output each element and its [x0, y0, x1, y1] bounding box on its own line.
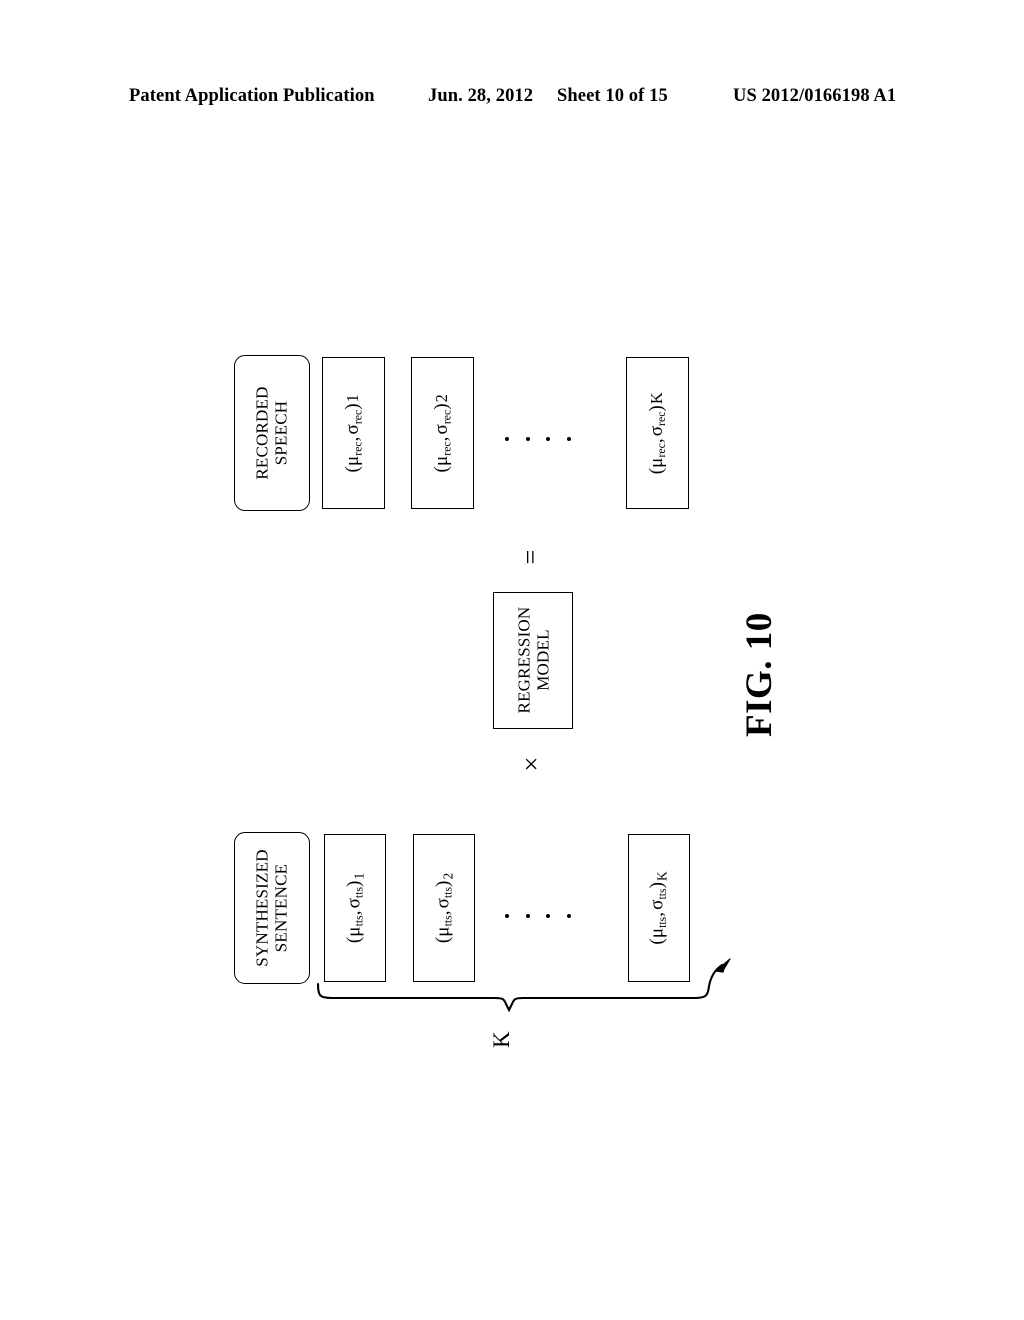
sigma-symbol: σ	[647, 900, 668, 910]
mu-subscript: tts	[352, 915, 365, 926]
paren-close-icon: )	[431, 403, 452, 409]
figure-10-diagram: RECORDED SPEECH (μrec,σrec)1 (μrec,σrec)…	[0, 0, 1024, 1320]
paren-open-icon: (	[432, 937, 453, 943]
recorded-param-text-1: (μrec,σrec)1	[342, 394, 364, 472]
paren-open-icon: (	[647, 938, 668, 944]
sigma-subscript: rec	[656, 411, 669, 425]
synthesized-param-text-k: (μtts,σtts)K	[647, 871, 671, 944]
ellipsis-dot	[567, 914, 571, 918]
regression-model-line1: REGRESSION	[514, 607, 533, 714]
equals-operator: =	[518, 542, 548, 572]
k-count-label: K	[489, 1018, 519, 1048]
recorded-speech-label-line1: RECORDED	[253, 386, 272, 479]
mu-subscript: tts	[441, 915, 454, 926]
paren-close-icon: )	[646, 405, 667, 411]
sigma-subscript: tts	[441, 887, 454, 898]
recorded-speech-label-box: RECORDED SPEECH	[234, 355, 310, 511]
k-span-brace	[290, 950, 750, 1030]
mu-subscript: rec	[441, 441, 454, 455]
comma-separator: ,	[647, 912, 668, 917]
paren-open-icon: (	[431, 466, 452, 472]
component-index: K	[647, 392, 666, 404]
ellipsis-dot	[546, 437, 550, 441]
mu-subscript: rec	[656, 443, 669, 457]
mu-symbol: μ	[646, 457, 667, 467]
regression-model-label-text: REGRESSION MODEL	[514, 607, 552, 714]
recorded-speech-label-text: RECORDED SPEECH	[253, 386, 291, 479]
sigma-subscript: tts	[656, 888, 669, 899]
mu-symbol: μ	[647, 928, 668, 938]
sigma-symbol: σ	[432, 898, 453, 908]
component-index: 1	[351, 873, 366, 880]
comma-separator: ,	[646, 438, 667, 443]
recorded-row-ellipsis	[505, 436, 571, 442]
recorded-speech-label-line2: SPEECH	[272, 386, 291, 479]
component-index: 2	[432, 394, 451, 402]
sigma-subscript: rec	[441, 410, 454, 424]
mu-subscript: rec	[352, 441, 365, 455]
recorded-param-box-k: (μrec,σrec)K	[626, 357, 689, 509]
paren-close-icon: )	[432, 881, 453, 887]
ellipsis-dot	[546, 914, 550, 918]
synthesized-sentence-label-text: SYNTHESIZED SENTENCE	[253, 849, 291, 966]
paren-open-icon: (	[646, 468, 667, 474]
synthesized-param-text-1: (μtts,σtts)1	[343, 873, 367, 943]
sigma-subscript: tts	[352, 887, 365, 898]
regression-model-box: REGRESSION MODEL	[493, 592, 573, 729]
synthesized-sentence-line2: SENTENCE	[272, 849, 291, 966]
comma-separator: ,	[343, 910, 364, 915]
mu-subscript: tts	[656, 917, 669, 928]
component-index: 2	[440, 873, 455, 880]
sigma-symbol: σ	[431, 424, 452, 434]
ellipsis-dot	[567, 437, 571, 441]
comma-separator: ,	[432, 910, 453, 915]
paren-close-icon: )	[343, 881, 364, 887]
synthesized-param-text-2: (μtts,σtts)2	[432, 873, 456, 943]
ellipsis-dot	[526, 914, 530, 918]
synthesized-row-ellipsis	[505, 913, 571, 919]
component-index: K	[655, 871, 670, 881]
ellipsis-dot	[505, 914, 509, 918]
multiply-operator: ×	[519, 749, 549, 779]
mu-symbol: μ	[432, 926, 453, 936]
paren-open-icon: (	[343, 937, 364, 943]
paren-close-icon: )	[647, 882, 668, 888]
recorded-param-text-2: (μrec,σrec)2	[431, 394, 453, 472]
ellipsis-dot	[505, 437, 509, 441]
ellipsis-dot	[526, 437, 530, 441]
paren-close-icon: )	[342, 403, 363, 409]
sigma-subscript: rec	[352, 410, 365, 424]
sigma-symbol: σ	[343, 898, 364, 908]
mu-symbol: μ	[431, 455, 452, 465]
component-index: 1	[343, 394, 362, 402]
recorded-param-box-1: (μrec,σrec)1	[322, 357, 385, 509]
paren-open-icon: (	[342, 466, 363, 472]
sigma-symbol: σ	[342, 424, 363, 434]
comma-separator: ,	[431, 436, 452, 441]
synthesized-sentence-line1: SYNTHESIZED	[253, 849, 272, 966]
comma-separator: ,	[342, 436, 363, 441]
recorded-param-box-2: (μrec,σrec)2	[411, 357, 474, 509]
regression-model-line2: MODEL	[533, 607, 552, 714]
recorded-param-text-k: (μrec,σrec)K	[646, 392, 668, 474]
mu-symbol: μ	[343, 926, 364, 936]
sigma-symbol: σ	[646, 426, 667, 436]
figure-number-label: FIG. 10	[738, 577, 782, 737]
mu-symbol: μ	[342, 455, 363, 465]
